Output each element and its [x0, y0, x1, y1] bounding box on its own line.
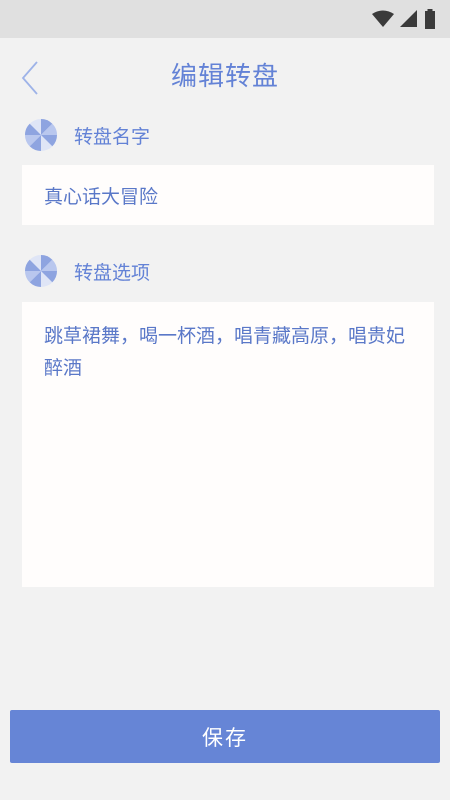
options-section-header: 转盘选项 — [24, 253, 150, 289]
header: 编辑转盘 — [0, 38, 450, 112]
status-icons — [372, 9, 436, 29]
status-bar — [0, 0, 450, 38]
page-title: 编辑转盘 — [170, 62, 279, 92]
save-button[interactable]: 保存 — [10, 710, 440, 763]
wheel-name-input[interactable] — [22, 165, 434, 225]
name-section-label: 转盘名字 — [74, 125, 151, 148]
cellular-signal-icon — [400, 10, 417, 27]
battery-icon — [425, 9, 435, 29]
wheel-icon — [25, 119, 57, 151]
wifi-icon — [372, 10, 394, 27]
wheel-options-textarea[interactable]: 跳草裙舞，喝一杯酒，唱青藏高原，唱贵妃醉酒 — [22, 302, 434, 587]
name-section-header: 转盘名字 — [24, 117, 150, 153]
wheel-icon — [25, 255, 57, 287]
options-section-label: 转盘选项 — [74, 261, 151, 284]
